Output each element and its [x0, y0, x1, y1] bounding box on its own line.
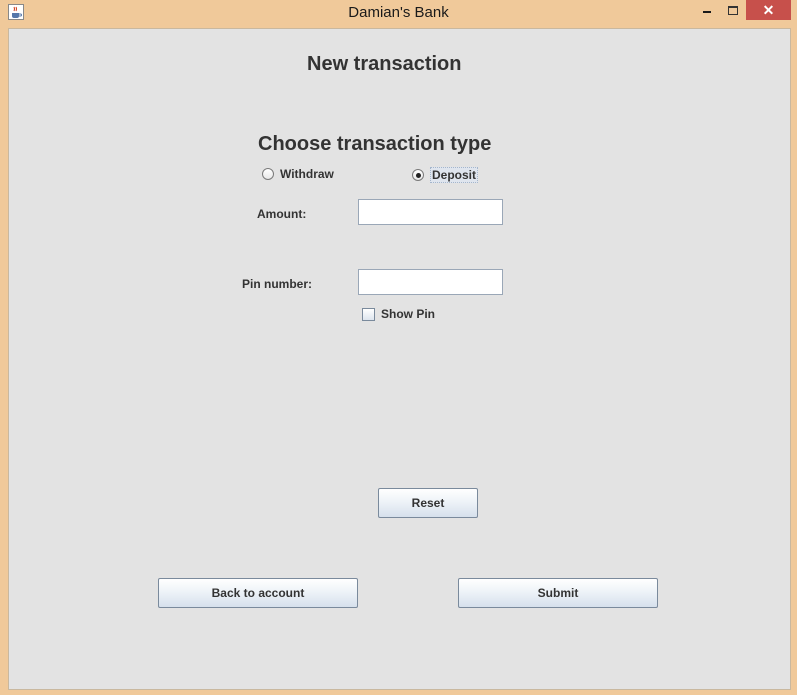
- deposit-radio-circle[interactable]: [412, 169, 424, 181]
- minimize-icon: [703, 11, 711, 13]
- title-bar[interactable]: Damian's Bank ✕: [0, 0, 797, 26]
- show-pin-checkbox-box[interactable]: [362, 307, 375, 321]
- amount-label: Amount:: [257, 207, 307, 221]
- close-icon: ✕: [762, 1, 775, 18]
- maximize-button[interactable]: [720, 0, 746, 20]
- reset-button[interactable]: Reset: [378, 488, 478, 518]
- deposit-radio[interactable]: Deposit: [412, 167, 479, 183]
- close-button[interactable]: ✕: [746, 0, 791, 20]
- show-pin-label[interactable]: Show Pin: [381, 307, 435, 321]
- back-to-account-button[interactable]: Back to account: [158, 578, 358, 608]
- transaction-panel: New transaction Choose transaction type …: [8, 28, 791, 690]
- transaction-type-heading: Choose transaction type: [258, 133, 492, 155]
- pin-label: Pin number:: [242, 277, 313, 291]
- maximize-icon: [728, 5, 738, 15]
- submit-button[interactable]: Submit: [458, 578, 658, 608]
- pin-input[interactable]: [358, 269, 503, 295]
- show-pin-checkbox[interactable]: Show Pin: [362, 307, 435, 321]
- deposit-radio-label[interactable]: Deposit: [430, 167, 479, 183]
- page-title: New transaction: [307, 53, 462, 75]
- withdraw-radio[interactable]: Withdraw: [262, 167, 334, 181]
- withdraw-radio-label[interactable]: Withdraw: [280, 167, 334, 181]
- amount-input[interactable]: [358, 199, 503, 225]
- window-title: Damian's Bank: [348, 4, 449, 21]
- minimize-button[interactable]: [694, 0, 720, 20]
- withdraw-radio-circle[interactable]: [262, 168, 274, 180]
